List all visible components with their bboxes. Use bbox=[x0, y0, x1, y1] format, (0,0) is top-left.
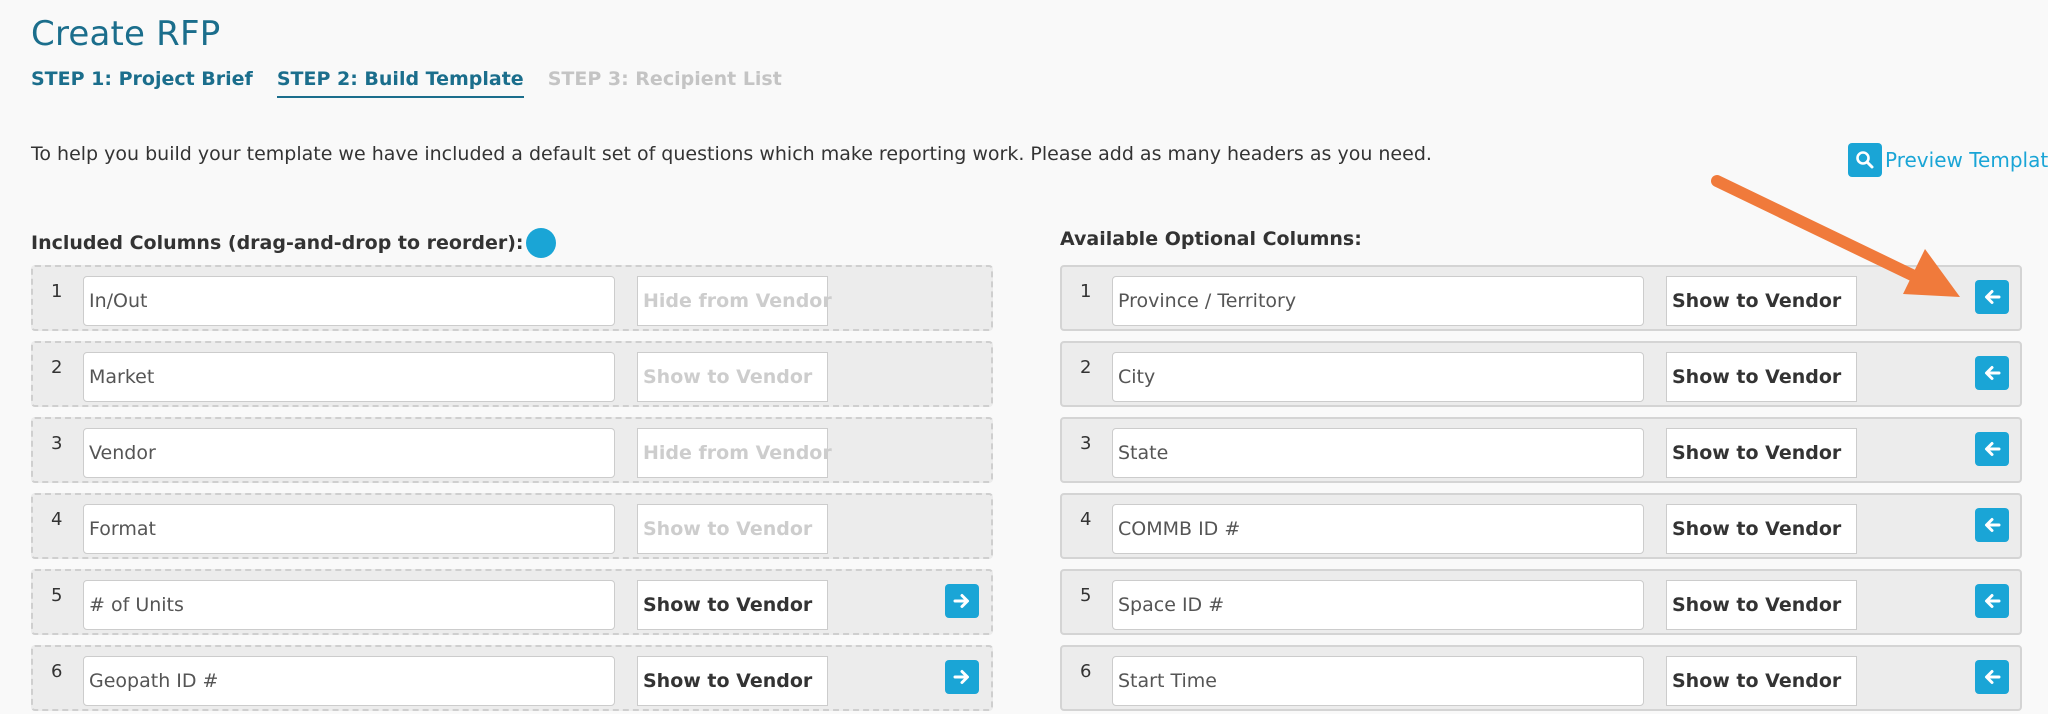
step-nav: STEP 1: Project Brief STEP 2: Build Temp… bbox=[31, 68, 782, 98]
step-1-tab[interactable]: STEP 1: Project Brief bbox=[31, 68, 253, 98]
row-number: 4 bbox=[1080, 509, 1092, 530]
preview-template-label: Preview Template bbox=[1885, 148, 2048, 172]
visibility-toggle: Show to Vendor bbox=[637, 352, 828, 402]
column-name-input[interactable] bbox=[83, 656, 615, 706]
arrow-right-icon bbox=[953, 670, 969, 684]
available-row[interactable]: 1 Show to Vendor bbox=[1060, 265, 2022, 331]
arrow-left-icon bbox=[1985, 366, 2001, 380]
available-columns-heading: Available Optional Columns: bbox=[1060, 228, 1362, 250]
visibility-toggle[interactable]: Show to Vendor bbox=[1666, 656, 1857, 706]
row-number: 6 bbox=[1080, 661, 1092, 682]
add-column-button[interactable] bbox=[1975, 432, 2009, 466]
column-name-input[interactable] bbox=[1112, 428, 1644, 478]
column-name-input[interactable] bbox=[1112, 504, 1644, 554]
visibility-toggle: Show to Vendor bbox=[637, 504, 828, 554]
visibility-toggle: Hide from Vendor bbox=[637, 276, 832, 326]
step-3-tab: STEP 3: Recipient List bbox=[547, 68, 782, 90]
row-number: 1 bbox=[1080, 281, 1092, 302]
included-columns-heading: Included Columns (drag-and-drop to reord… bbox=[31, 228, 556, 258]
add-column-button[interactable] bbox=[1975, 508, 2009, 542]
row-number: 5 bbox=[51, 585, 63, 606]
arrow-left-icon bbox=[1985, 290, 2001, 304]
included-row[interactable]: 4 Show to Vendor bbox=[31, 493, 993, 559]
column-name-input[interactable] bbox=[83, 580, 615, 630]
visibility-toggle[interactable]: Show to Vendor bbox=[1666, 580, 1857, 630]
available-row[interactable]: 4 Show to Vendor bbox=[1060, 493, 2022, 559]
column-name-input[interactable] bbox=[1112, 580, 1644, 630]
step-2-tab[interactable]: STEP 2: Build Template bbox=[276, 68, 524, 98]
page-title: Create RFP bbox=[31, 14, 221, 54]
visibility-toggle[interactable]: Show to Vendor bbox=[637, 580, 828, 630]
column-name-input[interactable] bbox=[1112, 656, 1644, 706]
visibility-toggle[interactable]: Show to Vendor bbox=[637, 656, 828, 706]
column-name-input[interactable] bbox=[83, 428, 615, 478]
row-number: 2 bbox=[51, 357, 63, 378]
intro-text: To help you build your template we have … bbox=[31, 143, 1432, 165]
column-name-input[interactable] bbox=[83, 276, 615, 326]
arrow-left-icon bbox=[1985, 670, 2001, 684]
remove-column-button[interactable] bbox=[945, 584, 979, 618]
available-row[interactable]: 2 Show to Vendor bbox=[1060, 341, 2022, 407]
available-columns-label: Available Optional Columns: bbox=[1060, 228, 1362, 250]
available-row[interactable]: 6 Show to Vendor bbox=[1060, 645, 2022, 711]
visibility-toggle: Hide from Vendor bbox=[637, 428, 832, 478]
arrow-left-icon bbox=[1985, 442, 2001, 456]
included-columns-list: 1 Hide from Vendor 2 Show to Vendor 3 Hi… bbox=[31, 265, 993, 714]
visibility-toggle[interactable]: Show to Vendor bbox=[1666, 276, 1857, 326]
available-row[interactable]: 5 Show to Vendor bbox=[1060, 569, 2022, 635]
included-columns-label: Included Columns (drag-and-drop to reord… bbox=[31, 232, 524, 254]
add-column-button[interactable] bbox=[1975, 280, 2009, 314]
row-number: 3 bbox=[1080, 433, 1092, 454]
info-icon[interactable] bbox=[525, 228, 556, 258]
available-columns-list: 1 Show to Vendor 2 Show to Vendor 3 Show… bbox=[1060, 265, 2022, 714]
included-row[interactable]: 1 Hide from Vendor bbox=[31, 265, 993, 331]
column-name-input[interactable] bbox=[1112, 276, 1644, 326]
row-number: 3 bbox=[51, 433, 63, 454]
remove-column-button[interactable] bbox=[945, 660, 979, 694]
included-row[interactable]: 6 Show to Vendor bbox=[31, 645, 993, 711]
column-name-input[interactable] bbox=[83, 504, 615, 554]
row-number: 6 bbox=[51, 661, 63, 682]
visibility-toggle[interactable]: Show to Vendor bbox=[1666, 352, 1857, 402]
add-column-button[interactable] bbox=[1975, 660, 2009, 694]
preview-template-link[interactable]: Preview Template bbox=[1848, 143, 2048, 177]
row-number: 4 bbox=[51, 509, 63, 530]
row-number: 1 bbox=[51, 281, 63, 302]
available-row[interactable]: 3 Show to Vendor bbox=[1060, 417, 2022, 483]
column-name-input[interactable] bbox=[83, 352, 615, 402]
row-number: 2 bbox=[1080, 357, 1092, 378]
arrow-left-icon bbox=[1985, 518, 2001, 532]
column-name-input[interactable] bbox=[1112, 352, 1644, 402]
included-row[interactable]: 3 Hide from Vendor bbox=[31, 417, 993, 483]
visibility-toggle[interactable]: Show to Vendor bbox=[1666, 428, 1857, 478]
search-icon bbox=[1848, 143, 1882, 177]
add-column-button[interactable] bbox=[1975, 356, 2009, 390]
add-column-button[interactable] bbox=[1975, 584, 2009, 618]
visibility-toggle[interactable]: Show to Vendor bbox=[1666, 504, 1857, 554]
arrow-right-icon bbox=[953, 594, 969, 608]
included-row[interactable]: 5 Show to Vendor bbox=[31, 569, 993, 635]
row-number: 5 bbox=[1080, 585, 1092, 606]
arrow-left-icon bbox=[1985, 594, 2001, 608]
included-row[interactable]: 2 Show to Vendor bbox=[31, 341, 993, 407]
